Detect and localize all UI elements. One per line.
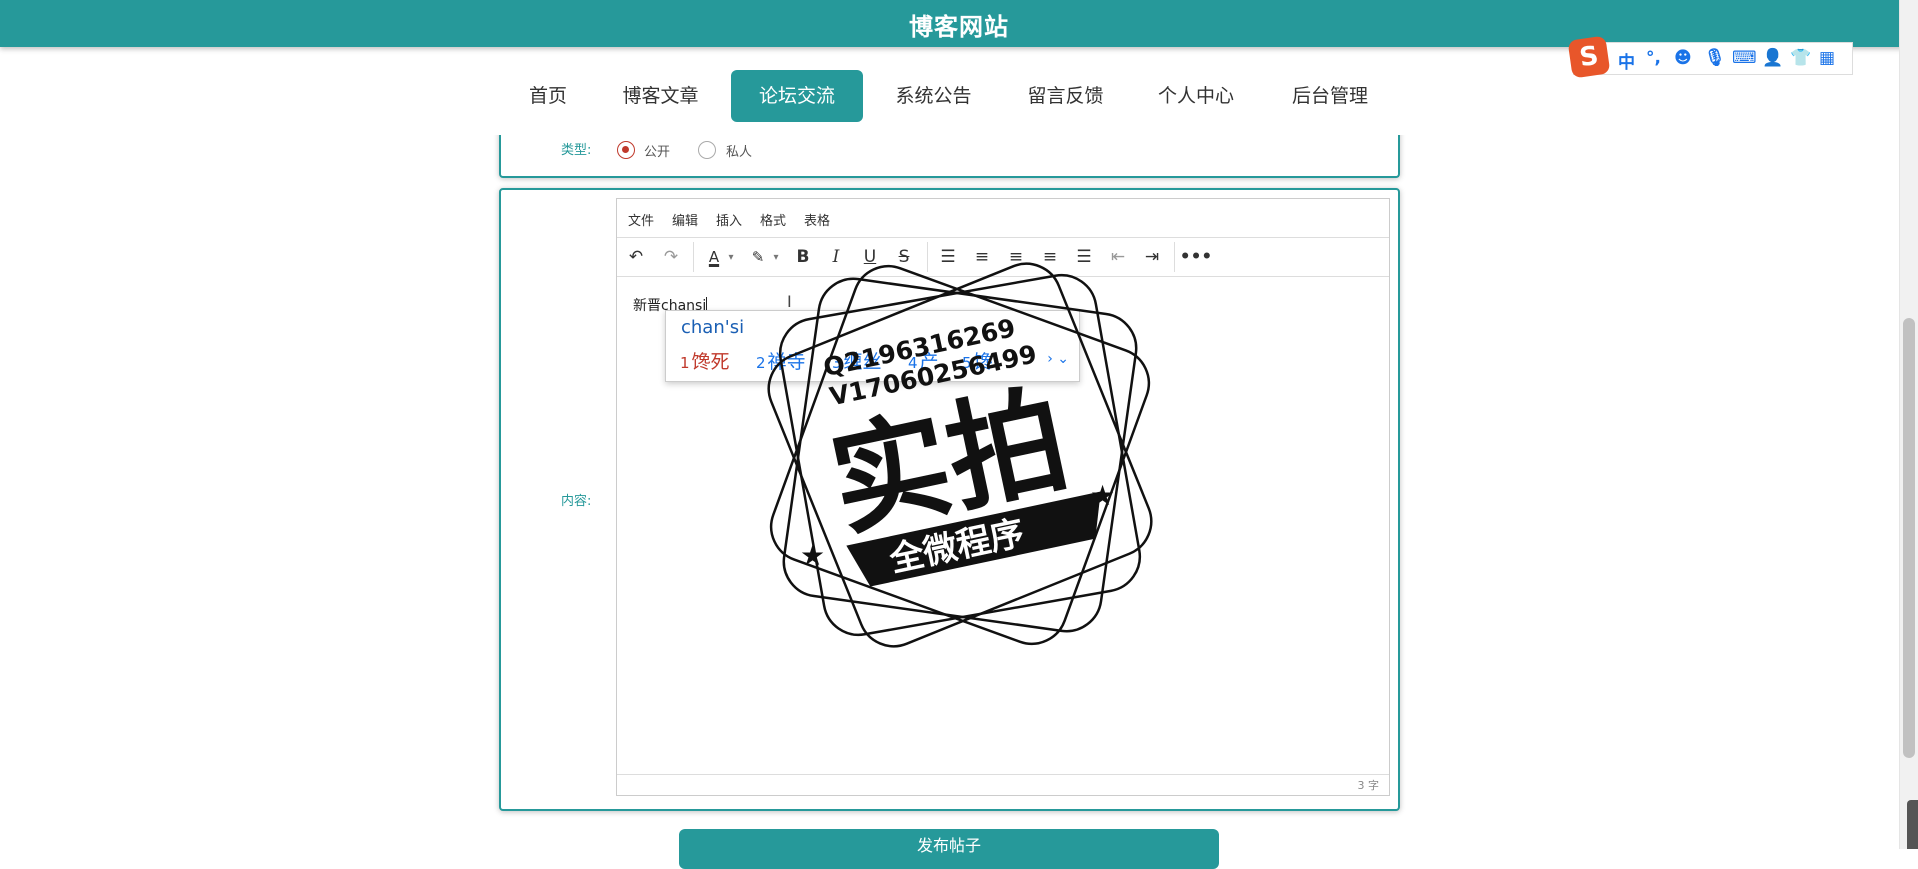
editor-statusbar: 3 字: [617, 774, 1389, 795]
nav-item-personal-center[interactable]: 个人中心: [1146, 70, 1246, 122]
ime-candidate-popup: chan'si 1 馋死 2 禅寺 3 缠丝 4产 5馋 › ⌄: [665, 310, 1080, 382]
bold-icon[interactable]: B: [790, 244, 816, 270]
indent-icon[interactable]: ⇥: [1139, 244, 1165, 270]
apps-icon[interactable]: ▦: [1819, 48, 1835, 68]
highlight-icon[interactable]: ✎: [745, 244, 771, 270]
keyboard-icon[interactable]: ⌨: [1732, 48, 1757, 68]
type-label: 类型:: [561, 143, 592, 158]
radio-public-label[interactable]: 公开: [644, 141, 670, 160]
ime-toolbar: S 中 °, ☻ 🎙 ⌨ 👤 👕 ▦: [1567, 35, 1853, 79]
toolbar-separator: [927, 242, 928, 272]
nav-item-home[interactable]: 首页: [518, 70, 578, 122]
menu-file[interactable]: 文件: [628, 210, 654, 229]
nav-item-announcements[interactable]: 系统公告: [881, 70, 986, 122]
editor-menubar: 文件 编辑 插入 格式 表格: [617, 199, 1389, 238]
mic-icon[interactable]: 🎙: [1704, 48, 1726, 68]
scrollbar-thumb[interactable]: [1903, 318, 1915, 758]
edge-tab: [1907, 800, 1918, 849]
align-left-icon[interactable]: ≡: [969, 244, 995, 270]
undo-icon[interactable]: ↶: [623, 244, 649, 270]
outdent-icon[interactable]: ⇤: [1105, 244, 1131, 270]
italic-icon[interactable]: I: [823, 244, 849, 270]
line-height-icon[interactable]: ☰: [935, 244, 961, 270]
ime-candidate-4[interactable]: 4产: [908, 347, 939, 374]
nav-item-blog-articles[interactable]: 博客文章: [607, 70, 714, 122]
ime-candidate-5[interactable]: 5馋: [962, 347, 993, 374]
radio-private-label[interactable]: 私人: [726, 141, 752, 160]
skin-icon[interactable]: 👕: [1790, 48, 1811, 68]
content-label: 内容:: [561, 494, 592, 509]
menu-insert[interactable]: 插入: [716, 210, 742, 229]
sogou-logo-icon[interactable]: S: [1567, 35, 1611, 79]
redo-icon[interactable]: ↷: [658, 244, 684, 270]
nav-item-feedback[interactable]: 留言反馈: [1013, 70, 1118, 122]
nav-item-forum[interactable]: 论坛交流: [731, 70, 863, 122]
underline-icon[interactable]: U: [857, 244, 883, 270]
page-scrollbar[interactable]: [1899, 0, 1918, 849]
chevron-down-icon[interactable]: ▾: [724, 244, 738, 270]
ime-candidate-1[interactable]: 1 馋死: [680, 347, 730, 374]
chevron-down-icon[interactable]: ▾: [769, 244, 783, 270]
menu-format[interactable]: 格式: [760, 210, 786, 229]
align-center-icon[interactable]: ≡: [1003, 244, 1029, 270]
submit-post-button[interactable]: 发布帖子: [679, 829, 1219, 869]
toolbar-separator: [693, 242, 694, 272]
menu-table[interactable]: 表格: [804, 210, 830, 229]
content-card: 内容: 文件 编辑 插入 格式 表格 ↶ ↷ A ▾ ✎ ▾ B I U S ☰…: [499, 188, 1400, 811]
justify-icon[interactable]: ☰: [1071, 244, 1097, 270]
site-header: 博客网站: [0, 0, 1918, 47]
more-icon[interactable]: •••: [1180, 244, 1213, 270]
editor-toolbar: ↶ ↷ A ▾ ✎ ▾ B I U S ☰ ≡ ≡ ≡ ☰ ⇤ ⇥ •••: [617, 238, 1389, 277]
ime-candidate-3[interactable]: 3 缠丝: [832, 347, 882, 374]
radio-public[interactable]: [617, 141, 635, 159]
menu-edit[interactable]: 编辑: [672, 210, 698, 229]
ime-page-icon[interactable]: › ⌄: [1047, 351, 1069, 367]
ime-candidate-2[interactable]: 2 禅寺: [756, 347, 806, 374]
rich-text-editor: 文件 编辑 插入 格式 表格 ↶ ↷ A ▾ ✎ ▾ B I U S ☰ ≡ ≡…: [616, 198, 1390, 796]
user-icon[interactable]: 👤: [1762, 48, 1783, 68]
toolbar-separator: [1174, 242, 1175, 272]
site-title: 博客网站: [909, 13, 1009, 41]
strikethrough-icon[interactable]: S: [891, 244, 917, 270]
ime-punct-toggle[interactable]: °,: [1646, 48, 1661, 68]
word-count: 3 字: [1357, 779, 1380, 792]
nav-item-admin[interactable]: 后台管理: [1278, 70, 1382, 122]
emoji-icon[interactable]: ☻: [1674, 48, 1692, 68]
radio-private[interactable]: [698, 141, 716, 159]
ibeam-cursor-icon: I: [787, 292, 792, 311]
ime-input-text: chan'si: [681, 317, 745, 338]
align-right-icon[interactable]: ≡: [1037, 244, 1063, 270]
ime-mode-toggle[interactable]: 中: [1618, 48, 1635, 73]
